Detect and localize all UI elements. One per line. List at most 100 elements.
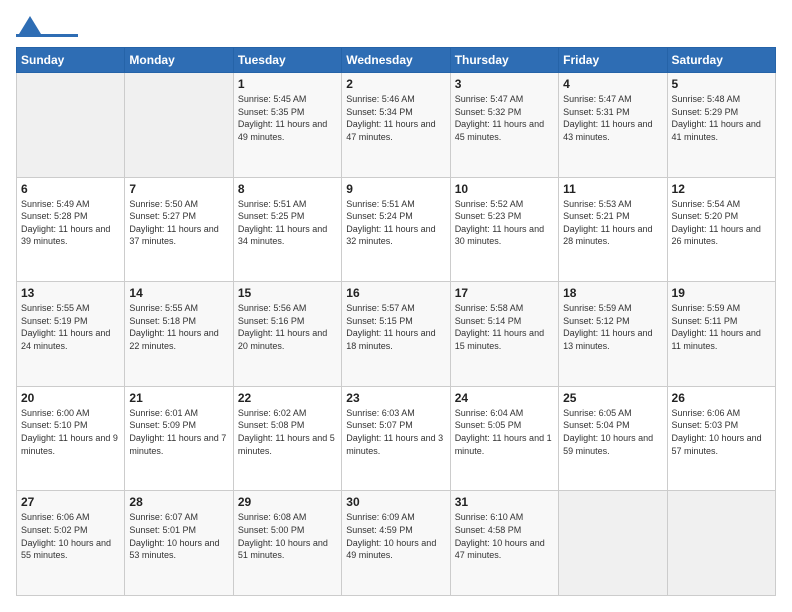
calendar-cell: 27Sunrise: 6:06 AM Sunset: 5:02 PM Dayli…	[17, 491, 125, 596]
day-number: 22	[238, 391, 337, 405]
day-info: Sunrise: 5:58 AM Sunset: 5:14 PM Dayligh…	[455, 302, 554, 352]
day-number: 5	[672, 77, 771, 91]
day-number: 19	[672, 286, 771, 300]
header	[16, 16, 776, 37]
day-info: Sunrise: 5:56 AM Sunset: 5:16 PM Dayligh…	[238, 302, 337, 352]
calendar-cell: 15Sunrise: 5:56 AM Sunset: 5:16 PM Dayli…	[233, 282, 341, 387]
day-number: 26	[672, 391, 771, 405]
calendar-table: SundayMondayTuesdayWednesdayThursdayFrid…	[16, 47, 776, 596]
day-info: Sunrise: 6:03 AM Sunset: 5:07 PM Dayligh…	[346, 407, 445, 457]
day-number: 12	[672, 182, 771, 196]
calendar-cell: 10 Sunrise: 5:52 AM Sunset: 5:23 PM Dayli…	[450, 177, 558, 282]
day-info: Sunrise: 5:52 AM Sunset: 5:23 PM Dayligh…	[455, 198, 554, 248]
day-number: 28	[129, 495, 228, 509]
calendar-week-row: 27Sunrise: 6:06 AM Sunset: 5:02 PM Dayli…	[17, 491, 776, 596]
day-number: 18	[563, 286, 662, 300]
day-number: 24	[455, 391, 554, 405]
calendar-cell	[667, 491, 775, 596]
day-info: Sunrise: 5:59 AM Sunset: 5:12 PM Dayligh…	[563, 302, 662, 352]
day-number: 17	[455, 286, 554, 300]
calendar-cell: 7 Sunrise: 5:50 AM Sunset: 5:27 PM Daylig…	[125, 177, 233, 282]
day-number: 7	[129, 182, 228, 196]
day-number: 30	[346, 495, 445, 509]
calendar-cell: 30 Sunrise: 6:09 AM Sunset: 4:59 PM Dayli…	[342, 491, 450, 596]
calendar-cell: 28Sunrise: 6:07 AM Sunset: 5:01 PM Dayli…	[125, 491, 233, 596]
day-info: Sunrise: 5:57 AM Sunset: 5:15 PM Dayligh…	[346, 302, 445, 352]
day-number: 29	[238, 495, 337, 509]
day-number: 9	[346, 182, 445, 196]
day-info: Sunrise: 5:47 AM Sunset: 5:31 PM Dayligh…	[563, 93, 662, 143]
day-of-week-header: Thursday	[450, 48, 558, 73]
calendar-cell	[125, 73, 233, 178]
calendar-week-row: 1Sunrise: 5:45 AM Sunset: 5:35 PM Daylig…	[17, 73, 776, 178]
day-number: 4	[563, 77, 662, 91]
day-number: 13	[21, 286, 120, 300]
day-info: Sunrise: 5:46 AM Sunset: 5:34 PM Dayligh…	[346, 93, 445, 143]
calendar-cell: 16Sunrise: 5:57 AM Sunset: 5:15 PM Dayli…	[342, 282, 450, 387]
calendar-cell: 9Sunrise: 5:51 AM Sunset: 5:24 PM Daylig…	[342, 177, 450, 282]
day-info: Sunrise: 6:01 AM Sunset: 5:09 PM Dayligh…	[129, 407, 228, 457]
day-of-week-header: Tuesday	[233, 48, 341, 73]
day-number: 8	[238, 182, 337, 196]
calendar-cell: 14 Sunrise: 5:55 AM Sunset: 5:18 PM Dayli…	[125, 282, 233, 387]
calendar-cell: 13 Sunrise: 5:55 AM Sunset: 5:19 PM Dayli…	[17, 282, 125, 387]
day-number: 3	[455, 77, 554, 91]
day-info: Sunrise: 5:49 AM Sunset: 5:28 PM Dayligh…	[21, 198, 120, 248]
day-of-week-header: Monday	[125, 48, 233, 73]
day-number: 11	[563, 182, 662, 196]
calendar-cell: 11 Sunrise: 5:53 AM Sunset: 5:21 PM Dayli…	[559, 177, 667, 282]
calendar-cell: 24 Sunrise: 6:04 AM Sunset: 5:05 PM Dayli…	[450, 386, 558, 491]
day-info: Sunrise: 5:59 AM Sunset: 5:11 PM Dayligh…	[672, 302, 771, 352]
day-info: Sunrise: 5:55 AM Sunset: 5:18 PM Dayligh…	[129, 302, 228, 352]
day-info: Sunrise: 5:55 AM Sunset: 5:19 PM Dayligh…	[21, 302, 120, 352]
calendar-cell	[559, 491, 667, 596]
calendar-week-row: 13 Sunrise: 5:55 AM Sunset: 5:19 PM Dayli…	[17, 282, 776, 387]
calendar-cell: 23 Sunrise: 6:03 AM Sunset: 5:07 PM Dayli…	[342, 386, 450, 491]
calendar-week-row: 20 Sunrise: 6:00 AM Sunset: 5:10 PM Dayli…	[17, 386, 776, 491]
day-info: Sunrise: 5:48 AM Sunset: 5:29 PM Dayligh…	[672, 93, 771, 143]
day-info: Sunrise: 6:09 AM Sunset: 4:59 PM Dayligh…	[346, 511, 445, 561]
logo	[16, 16, 80, 37]
calendar-cell: 17 Sunrise: 5:58 AM Sunset: 5:14 PM Dayli…	[450, 282, 558, 387]
calendar-cell: 22 Sunrise: 6:02 AM Sunset: 5:08 PM Dayli…	[233, 386, 341, 491]
calendar-cell: 1Sunrise: 5:45 AM Sunset: 5:35 PM Daylig…	[233, 73, 341, 178]
calendar-cell: 20 Sunrise: 6:00 AM Sunset: 5:10 PM Dayli…	[17, 386, 125, 491]
day-info: Sunrise: 5:51 AM Sunset: 5:25 PM Dayligh…	[238, 198, 337, 248]
day-number: 21	[129, 391, 228, 405]
day-number: 31	[455, 495, 554, 509]
day-number: 2	[346, 77, 445, 91]
day-number: 20	[21, 391, 120, 405]
calendar-cell: 31 Sunrise: 6:10 AM Sunset: 4:58 PM Dayli…	[450, 491, 558, 596]
day-info: Sunrise: 6:10 AM Sunset: 4:58 PM Dayligh…	[455, 511, 554, 561]
day-info: Sunrise: 5:53 AM Sunset: 5:21 PM Dayligh…	[563, 198, 662, 248]
calendar-week-row: 6 Sunrise: 5:49 AM Sunset: 5:28 PM Daylig…	[17, 177, 776, 282]
day-info: Sunrise: 5:47 AM Sunset: 5:32 PM Dayligh…	[455, 93, 554, 143]
calendar-cell: 18 Sunrise: 5:59 AM Sunset: 5:12 PM Dayli…	[559, 282, 667, 387]
day-info: Sunrise: 5:50 AM Sunset: 5:27 PM Dayligh…	[129, 198, 228, 248]
calendar-cell: 12 Sunrise: 5:54 AM Sunset: 5:20 PM Dayli…	[667, 177, 775, 282]
day-number: 14	[129, 286, 228, 300]
calendar-cell: 3 Sunrise: 5:47 AM Sunset: 5:32 PM Daylig…	[450, 73, 558, 178]
day-number: 6	[21, 182, 120, 196]
day-number: 27	[21, 495, 120, 509]
day-info: Sunrise: 6:02 AM Sunset: 5:08 PM Dayligh…	[238, 407, 337, 457]
day-of-week-header: Wednesday	[342, 48, 450, 73]
calendar-cell: 6 Sunrise: 5:49 AM Sunset: 5:28 PM Daylig…	[17, 177, 125, 282]
calendar-cell: 8 Sunrise: 5:51 AM Sunset: 5:25 PM Daylig…	[233, 177, 341, 282]
day-number: 23	[346, 391, 445, 405]
day-info: Sunrise: 5:54 AM Sunset: 5:20 PM Dayligh…	[672, 198, 771, 248]
logo-underline	[16, 34, 78, 37]
day-number: 10	[455, 182, 554, 196]
day-info: Sunrise: 6:04 AM Sunset: 5:05 PM Dayligh…	[455, 407, 554, 457]
day-info: Sunrise: 5:45 AM Sunset: 5:35 PM Dayligh…	[238, 93, 337, 143]
day-number: 25	[563, 391, 662, 405]
logo-icon	[19, 16, 41, 34]
day-info: Sunrise: 6:06 AM Sunset: 5:03 PM Dayligh…	[672, 407, 771, 457]
calendar-cell: 21 Sunrise: 6:01 AM Sunset: 5:09 PM Dayli…	[125, 386, 233, 491]
page: SundayMondayTuesdayWednesdayThursdayFrid…	[0, 0, 792, 612]
calendar-cell: 4 Sunrise: 5:47 AM Sunset: 5:31 PM Daylig…	[559, 73, 667, 178]
day-of-week-header: Friday	[559, 48, 667, 73]
day-info: Sunrise: 6:00 AM Sunset: 5:10 PM Dayligh…	[21, 407, 120, 457]
day-info: Sunrise: 6:05 AM Sunset: 5:04 PM Dayligh…	[563, 407, 662, 457]
calendar-cell: 19 Sunrise: 5:59 AM Sunset: 5:11 PM Dayli…	[667, 282, 775, 387]
